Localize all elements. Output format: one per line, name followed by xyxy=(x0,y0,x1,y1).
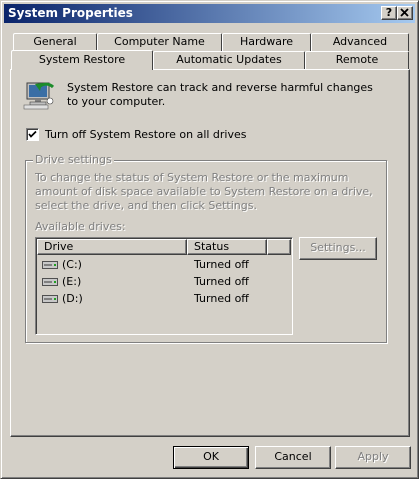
help-button[interactable]: ? xyxy=(381,6,397,20)
tab-advanced[interactable]: Advanced xyxy=(311,33,409,51)
tab-remote[interactable]: Remote xyxy=(305,51,409,69)
drive-row-d[interactable]: (D:) Turned off xyxy=(38,290,288,307)
drive-row-e[interactable]: (E:) Turned off xyxy=(38,273,288,290)
drive-status: Turned off xyxy=(194,275,249,288)
hard-drive-icon xyxy=(42,261,58,269)
tab-hardware[interactable]: Hardware xyxy=(222,33,311,51)
drive-settings-legend: Drive settings xyxy=(33,153,114,166)
cancel-button[interactable]: Cancel xyxy=(255,446,331,469)
tab-computer-name[interactable]: Computer Name xyxy=(97,33,222,51)
system-restore-icon xyxy=(23,82,55,110)
intro-text: System Restore can track and reverse har… xyxy=(67,81,373,108)
checkmark-icon xyxy=(28,130,37,138)
turn-off-system-restore-checkbox[interactable] xyxy=(26,128,39,141)
column-header-status[interactable]: Status xyxy=(187,239,267,255)
tab-automatic-updates[interactable]: Automatic Updates xyxy=(153,51,305,69)
drive-settings-description: To change the status of System Restore o… xyxy=(35,171,373,212)
turn-off-system-restore-label[interactable]: Turn off System Restore on all drives xyxy=(45,128,247,141)
available-drives-list[interactable]: Drive Status (C:) Turned off (E:) Turned… xyxy=(35,237,293,335)
title-bar[interactable]: System Properties ? xyxy=(4,4,415,23)
drive-status: Turned off xyxy=(194,292,249,305)
drive-name: (D:) xyxy=(62,292,83,305)
window-title: System Properties xyxy=(8,6,133,20)
column-header-drive[interactable]: Drive xyxy=(37,239,187,255)
drive-status: Turned off xyxy=(194,258,249,271)
ok-button[interactable]: OK xyxy=(173,446,249,469)
tab-general[interactable]: General xyxy=(13,33,97,51)
hard-drive-icon xyxy=(42,295,58,303)
column-header-empty xyxy=(267,239,291,255)
apply-button[interactable]: Apply xyxy=(335,446,411,469)
close-button[interactable] xyxy=(397,6,413,20)
close-icon xyxy=(400,8,409,17)
settings-button[interactable]: Settings... xyxy=(299,237,377,260)
available-drives-label: Available drives: xyxy=(35,220,126,233)
drive-name: (E:) xyxy=(62,275,82,288)
tab-system-restore[interactable]: System Restore xyxy=(11,50,153,70)
hard-drive-icon xyxy=(42,278,58,286)
drive-name: (C:) xyxy=(62,258,82,271)
drive-row-c[interactable]: (C:) Turned off xyxy=(38,256,288,273)
system-properties-window: System Properties ? General Computer Nam… xyxy=(0,0,419,479)
